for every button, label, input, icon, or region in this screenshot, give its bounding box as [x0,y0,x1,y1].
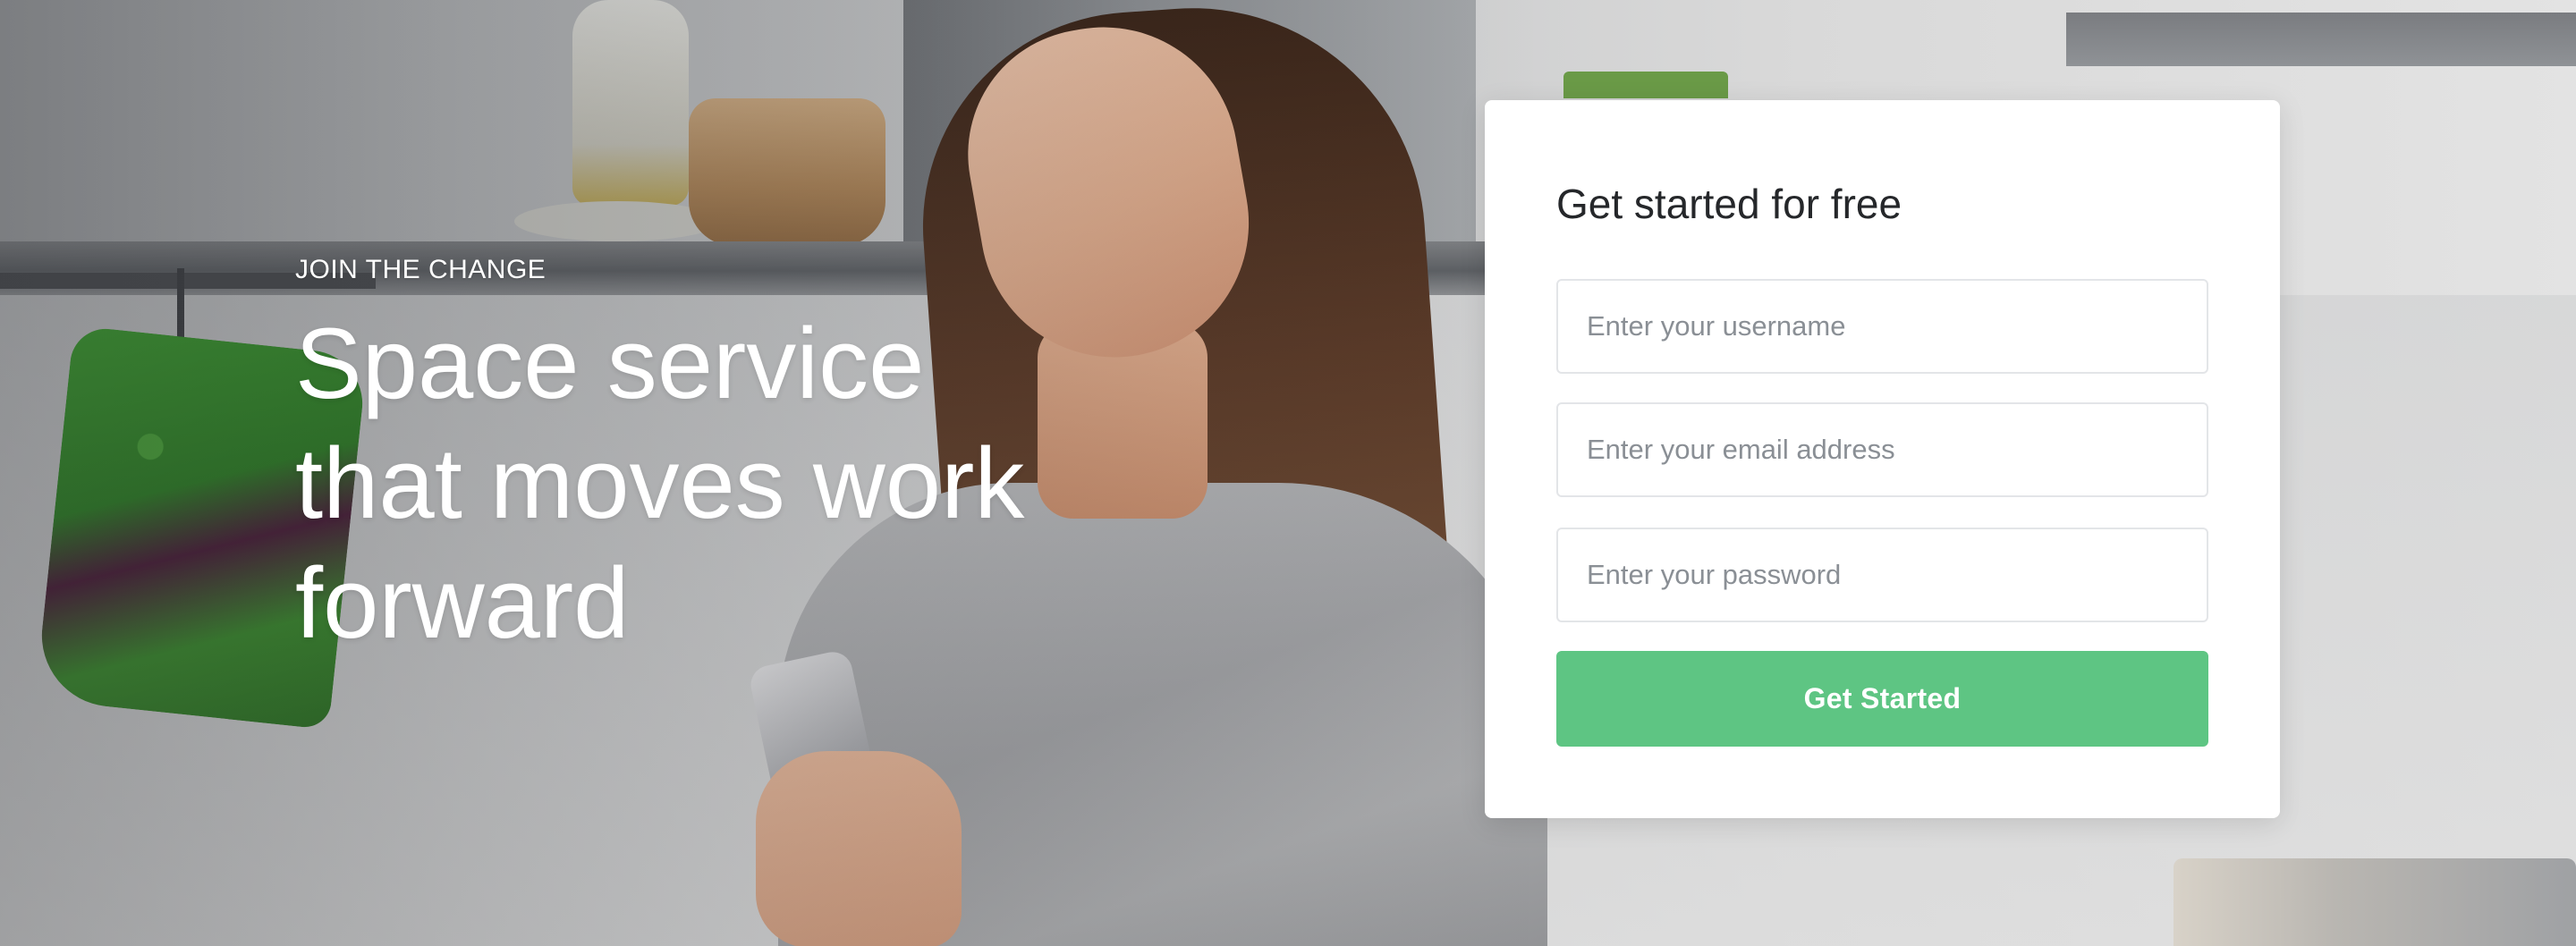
hero-headline-line: that moves work [295,427,1025,539]
hero-eyebrow: JOIN THE CHANGE [295,255,547,284]
signup-title: Get started for free [1556,181,1902,227]
get-started-button[interactable]: Get Started [1556,651,2208,747]
hero-headline: Space service that moves work forward [295,304,1082,663]
hero-copy: JOIN THE CHANGE Space service that moves… [295,252,1082,663]
signup-card: Get started for free Get Started [1485,100,2280,818]
hero-headline-line: forward [295,547,630,659]
email-input[interactable] [1556,402,2208,497]
password-input[interactable] [1556,528,2208,622]
hero-headline-line: Space service [295,308,925,419]
username-input[interactable] [1556,279,2208,374]
